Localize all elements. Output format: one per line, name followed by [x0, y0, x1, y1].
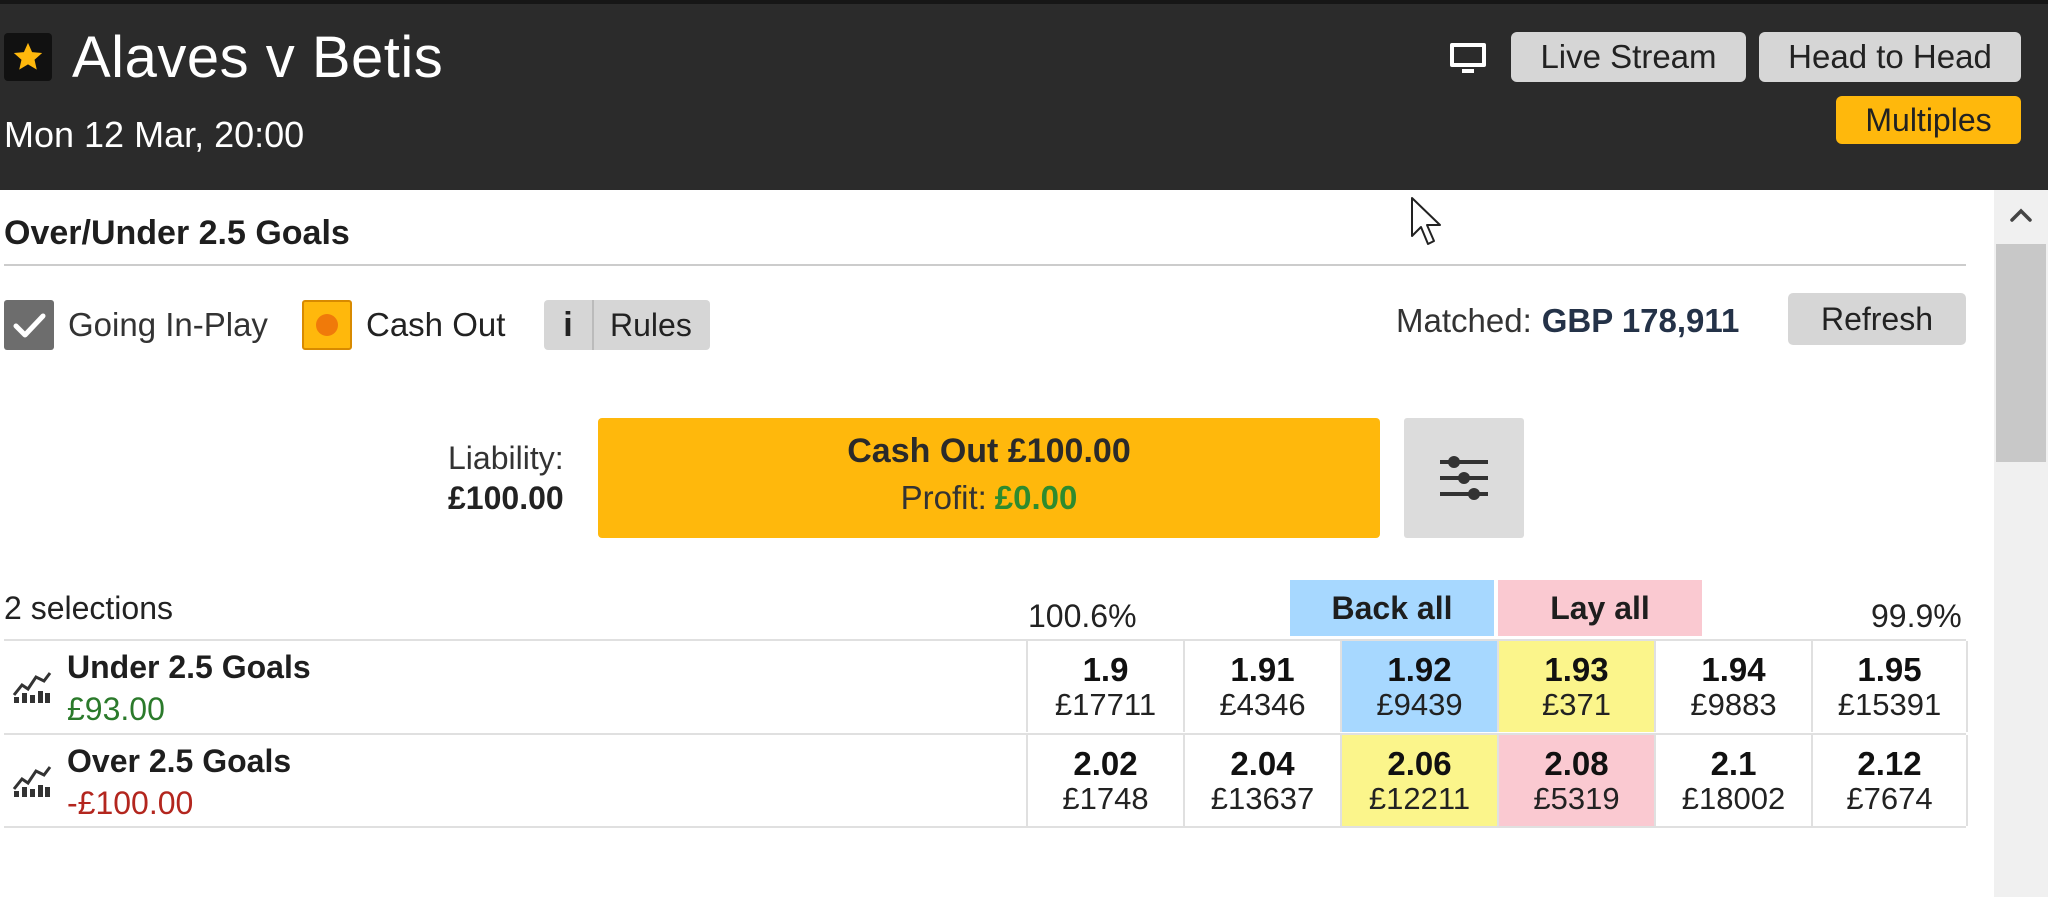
back-price-cell[interactable]: 2.02 £1748	[1026, 735, 1183, 826]
info-icon: i	[544, 300, 594, 350]
tv-icon[interactable]	[1448, 40, 1488, 76]
divider	[4, 264, 1966, 266]
available-amount: £9883	[1690, 686, 1777, 722]
available-amount: £17711	[1054, 686, 1157, 722]
price-cells: 1.9 £17711 1.91 £4346 1.92 £9439 1.93 £371 1…	[1026, 641, 1968, 732]
scroll-up-chevron-icon[interactable]	[2004, 200, 2038, 230]
market-chart-icon[interactable]	[10, 763, 52, 801]
going-in-play-check-icon	[4, 300, 54, 350]
odds: 1.91	[1230, 650, 1295, 688]
matched-value: GBP 178,911	[1541, 302, 1740, 339]
odds: 1.93	[1544, 650, 1609, 688]
odds: 2.12	[1857, 744, 1922, 782]
runner-row: Over 2.5 Goals -£100.00 2.02 £1748 2.04 £1…	[4, 733, 1968, 828]
odds: 2.04	[1230, 744, 1295, 782]
available-amount: £15391	[1837, 686, 1942, 722]
head-to-head-button[interactable]: Head to Head	[1759, 32, 2021, 82]
price-cells: 2.02 £1748 2.04 £13637 2.06 £12211 2.08 £531…	[1026, 735, 1968, 826]
odds: 1.94	[1701, 650, 1766, 688]
back-all-button[interactable]: Back all	[1290, 580, 1494, 636]
odds: 1.9	[1082, 650, 1129, 688]
available-amount: £4346	[1219, 686, 1306, 722]
going-in-play-label: Going In-Play	[68, 306, 268, 343]
header-top-border	[0, 0, 2048, 4]
best-lay-price-cell[interactable]: 2.08 £5319	[1497, 735, 1654, 826]
best-back-price-cell[interactable]: 1.92 £9439	[1340, 641, 1497, 732]
market-chart-icon[interactable]	[10, 669, 52, 707]
lay-price-cell[interactable]: 2.12 £7674	[1811, 735, 1968, 826]
odds: 2.1	[1710, 744, 1757, 782]
event-title: Alaves v Betis	[72, 25, 444, 90]
event-header: Alaves v Betis Mon 12 Mar, 20:00 Live St…	[0, 0, 2048, 190]
available-amount: £7674	[1846, 780, 1933, 816]
mouse-cursor-icon	[1411, 197, 1441, 245]
cash-out-amount: Cash Out £100.00	[847, 432, 1131, 470]
profit-value: £0.00	[994, 479, 1078, 516]
lay-price-cell[interactable]: 2.1 £18002	[1654, 735, 1811, 826]
available-amount: £1748	[1062, 780, 1149, 816]
rules-label: Rules	[610, 306, 692, 343]
cash-out-profit: Profit: £0.00	[598, 479, 1380, 517]
lay-price-cell[interactable]: 1.94 £9883	[1654, 641, 1811, 732]
star-icon[interactable]	[4, 33, 52, 81]
runner-profit-loss: £93.00	[67, 691, 165, 727]
back-price-cell[interactable]: 1.91 £4346	[1183, 641, 1340, 732]
odds: 1.92	[1387, 650, 1452, 688]
profit-label: Profit:	[900, 479, 987, 516]
back-price-cell[interactable]: 1.9 £17711	[1026, 641, 1183, 732]
odds: 2.06	[1387, 744, 1452, 782]
available-amount: £9439	[1376, 686, 1463, 722]
cash-out-button[interactable]: Cash Out £100.00 Profit: £0.00	[598, 418, 1380, 538]
lay-percentage: 99.9%	[1871, 598, 1962, 634]
matched-amount: Matched: GBP 178,911	[1396, 302, 1739, 340]
odds: 2.02	[1073, 744, 1138, 782]
runner-row: Under 2.5 Goals £93.00 1.9 £17711 1.91 £43…	[4, 639, 1968, 732]
runner-profit-loss: -£100.00	[67, 785, 194, 821]
scrollbar-thumb[interactable]	[1996, 244, 2046, 462]
matched-label: Matched:	[1396, 302, 1532, 339]
lay-price-cell[interactable]: 1.95 £15391	[1811, 641, 1968, 732]
market-title: Over/Under 2.5 Goals	[4, 214, 350, 252]
available-amount: £18002	[1681, 780, 1786, 816]
available-amount: £371	[1542, 686, 1611, 722]
sliders-icon	[1440, 456, 1488, 500]
best-back-price-cell[interactable]: 2.06 £12211	[1340, 735, 1497, 826]
cash-out-settings-button[interactable]	[1404, 418, 1524, 538]
cash-out-dot-icon	[316, 314, 338, 336]
selections-count: 2 selections	[4, 590, 173, 626]
live-stream-button[interactable]: Live Stream	[1511, 32, 1746, 82]
available-amount: £13637	[1210, 780, 1315, 816]
odds: 2.08	[1544, 744, 1609, 782]
cash-out-indicator-icon	[302, 300, 352, 350]
back-percentage: 100.6%	[1028, 598, 1137, 634]
available-amount: £12211	[1368, 780, 1471, 816]
liability-label: Liability:	[448, 440, 564, 476]
rules-button[interactable]: i Rules	[544, 300, 710, 350]
runner-name: Under 2.5 Goals	[67, 649, 311, 685]
event-datetime: Mon 12 Mar, 20:00	[4, 114, 305, 155]
refresh-button[interactable]: Refresh	[1788, 293, 1966, 345]
back-price-cell[interactable]: 2.04 £13637	[1183, 735, 1340, 826]
runner-name: Over 2.5 Goals	[67, 743, 292, 779]
odds: 1.95	[1857, 650, 1922, 688]
best-lay-price-cell[interactable]: 1.93 £371	[1497, 641, 1654, 732]
available-amount: £5319	[1533, 780, 1620, 816]
liability-value: £100.00	[448, 480, 564, 516]
multiples-button[interactable]: Multiples	[1836, 96, 2021, 144]
lay-all-button[interactable]: Lay all	[1498, 580, 1702, 636]
cash-out-label: Cash Out	[366, 306, 506, 343]
